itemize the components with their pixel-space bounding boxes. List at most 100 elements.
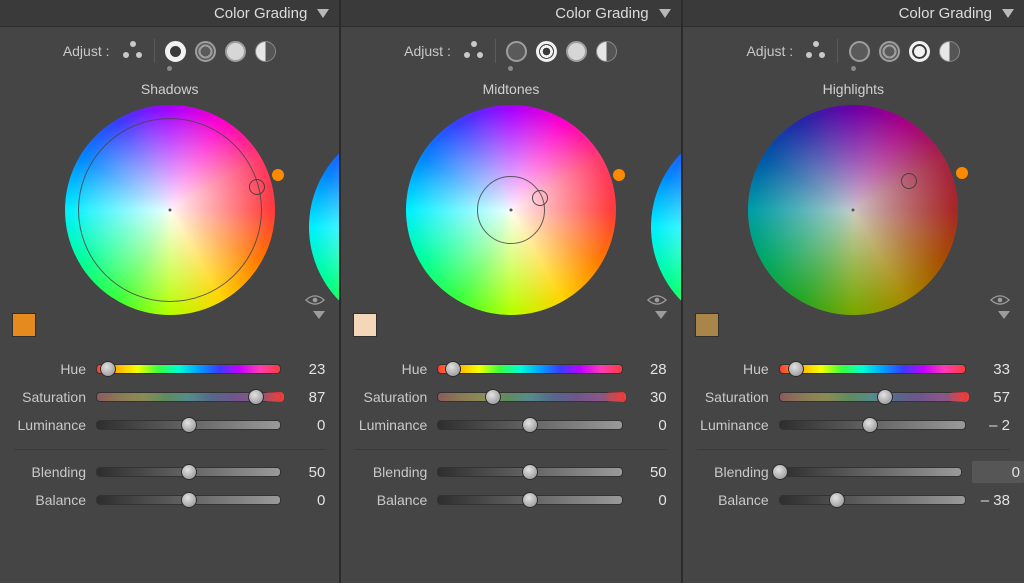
luminance-slider-thumb[interactable] — [181, 417, 197, 433]
panel-header[interactable]: Color Grading — [0, 0, 339, 27]
view-global-button[interactable] — [938, 40, 960, 62]
saturation-slider-value[interactable]: 57 — [976, 389, 1010, 406]
view-global-button[interactable] — [255, 40, 277, 62]
balance-slider-track[interactable] — [96, 495, 281, 505]
hue-slider-value[interactable]: 33 — [976, 361, 1010, 378]
adjust-label: Adjust : — [63, 43, 110, 59]
view-shadows-button[interactable] — [506, 40, 528, 62]
preview-toggle-button[interactable] — [647, 293, 667, 310]
panel-collapse-icon[interactable] — [1002, 9, 1014, 18]
three-way-icon — [123, 41, 143, 61]
blending-slider-thumb[interactable] — [181, 464, 197, 480]
luminance-slider-value[interactable]: 0 — [633, 417, 667, 434]
panel-collapse-icon[interactable] — [659, 9, 671, 18]
blending-slider-track[interactable] — [437, 467, 622, 477]
view-three-way-button[interactable] — [805, 40, 827, 62]
saturation-slider-value[interactable]: 30 — [633, 389, 667, 406]
luminance-slider-track[interactable] — [96, 420, 281, 430]
view-three-way-button[interactable] — [122, 40, 144, 62]
global-icon — [255, 41, 276, 62]
luminance-slider-thumb[interactable] — [862, 417, 878, 433]
balance-slider-thumb[interactable] — [829, 492, 845, 508]
view-midtones-button[interactable] — [878, 40, 900, 62]
color-grading-panel: Color Grading Adjust : Shadows — [0, 0, 341, 583]
blending-slider-thumb[interactable] — [522, 464, 538, 480]
hue-slider-thumb[interactable] — [788, 361, 804, 377]
panel-title: Color Grading — [555, 5, 648, 22]
wheel-center-icon — [852, 209, 855, 212]
luminance-slider-value[interactable]: – 2 — [976, 417, 1010, 434]
view-highlights-button[interactable] — [908, 40, 930, 62]
blending-slider-thumb[interactable] — [772, 464, 788, 480]
balance-slider-value[interactable]: – 38 — [976, 492, 1010, 509]
panel-collapse-icon[interactable] — [317, 9, 329, 18]
saturation-slider-track[interactable] — [779, 392, 966, 402]
hue-slider-thumb[interactable] — [100, 361, 116, 377]
balance-slider-value[interactable]: 0 — [633, 492, 667, 509]
selection-dot-icon — [167, 66, 172, 71]
luminance-handle[interactable] — [613, 169, 625, 181]
blending-slider-value[interactable]: 50 — [291, 464, 325, 481]
luminance-slider-track[interactable] — [779, 420, 966, 430]
result-color-swatch[interactable] — [353, 313, 377, 337]
color-grading-panel: Color Grading Adjust : Midtones — [341, 0, 682, 583]
saturation-slider-thumb[interactable] — [248, 389, 264, 405]
luminance-slider-track[interactable] — [437, 420, 622, 430]
view-global-button[interactable] — [596, 40, 618, 62]
view-midtones-button[interactable] — [195, 40, 217, 62]
global-icon — [939, 41, 960, 62]
balance-slider-value[interactable]: 0 — [291, 492, 325, 509]
luminance-handle[interactable] — [272, 169, 284, 181]
view-highlights-button[interactable] — [566, 40, 588, 62]
view-highlights-button[interactable] — [225, 40, 247, 62]
zone-label: Midtones — [341, 81, 680, 97]
panel-detail-toggle[interactable] — [998, 319, 1010, 334]
blending-slider-value[interactable]: 0 — [972, 461, 1024, 483]
panel-header[interactable]: Color Grading — [683, 0, 1024, 27]
balance-slider-track[interactable] — [779, 495, 966, 505]
luminance-slider-thumb[interactable] — [522, 417, 538, 433]
eye-icon — [990, 293, 1010, 307]
panel-detail-toggle[interactable] — [313, 319, 325, 334]
blending-slider-label: Blending — [697, 464, 769, 480]
view-midtones-button[interactable] — [536, 40, 558, 62]
blending-slider-label: Blending — [14, 464, 86, 480]
luminance-slider-value[interactable]: 0 — [291, 417, 325, 434]
hue-slider-track[interactable] — [437, 364, 622, 374]
adjacent-wheel-preview — [309, 147, 341, 307]
panel-detail-toggle[interactable] — [655, 319, 667, 334]
saturation-slider-track[interactable] — [437, 392, 622, 402]
hue-slider-track[interactable] — [779, 364, 966, 374]
eye-icon — [647, 293, 667, 307]
saturation-slider-thumb[interactable] — [877, 389, 893, 405]
hue-slider-thumb[interactable] — [445, 361, 461, 377]
saturation-slider-value[interactable]: 87 — [291, 389, 325, 406]
hue-slider-track[interactable] — [96, 364, 281, 374]
color-wheel[interactable] — [748, 105, 958, 315]
balance-slider-thumb[interactable] — [522, 492, 538, 508]
panel-header[interactable]: Color Grading — [341, 0, 680, 27]
color-wheel[interactable] — [65, 105, 275, 315]
hue-slider-value[interactable]: 23 — [291, 361, 325, 378]
view-shadows-button[interactable] — [165, 40, 187, 62]
blending-slider-track[interactable] — [779, 467, 962, 477]
color-wheel[interactable] — [406, 105, 616, 315]
balance-slider-thumb[interactable] — [181, 492, 197, 508]
adjacent-wheel-preview — [651, 147, 683, 307]
saturation-slider-thumb[interactable] — [485, 389, 501, 405]
balance-slider-label: Balance — [697, 492, 769, 508]
saturation-slider-track[interactable] — [96, 392, 281, 402]
blending-slider-track[interactable] — [96, 467, 281, 477]
preview-toggle-button[interactable] — [990, 293, 1010, 310]
blending-slider-value[interactable]: 50 — [633, 464, 667, 481]
hue-slider-value[interactable]: 28 — [633, 361, 667, 378]
balance-slider-track[interactable] — [437, 495, 622, 505]
adjust-label: Adjust : — [746, 43, 793, 59]
luminance-handle[interactable] — [956, 167, 968, 179]
result-color-swatch[interactable] — [695, 313, 719, 337]
preview-toggle-button[interactable] — [305, 293, 325, 310]
view-shadows-button[interactable] — [848, 40, 870, 62]
shadows-ring-icon — [849, 41, 870, 62]
result-color-swatch[interactable] — [12, 313, 36, 337]
view-three-way-button[interactable] — [463, 40, 485, 62]
